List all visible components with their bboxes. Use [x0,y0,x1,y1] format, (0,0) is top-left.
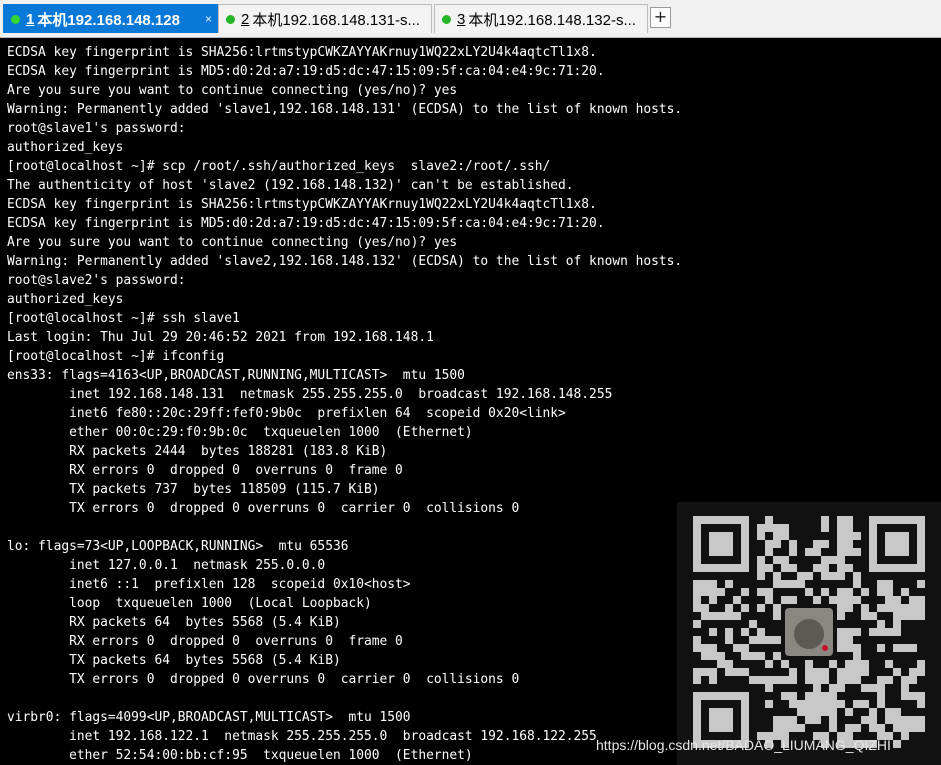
terminal-line: inet 192.168.148.131 netmask 255.255.255… [7,387,613,402]
terminal-line: TX packets 737 bytes 118509 (115.7 KiB) [7,482,380,497]
terminal-line: RX packets 2444 bytes 188281 (183.8 KiB) [7,444,388,459]
new-tab-button[interactable]: + [650,7,671,28]
terminal-line: authorized_keys [7,292,124,307]
terminal-line: authorized_keys [7,140,124,155]
terminal-line: root@slave2's password: [7,273,186,288]
terminal-line: inet6 fe80::20c:29ff:fef0:9b0c prefixlen… [7,406,566,421]
terminal-line: ECDSA key fingerprint is MD5:d0:2d:a7:19… [7,64,605,79]
terminal-line: root@slave1's password: [7,121,186,136]
terminal-line: Warning: Permanently added 'slave1,192.1… [7,102,683,117]
terminal-line: Are you sure you want to continue connec… [7,235,458,250]
terminal-line: ECDSA key fingerprint is MD5:d0:2d:a7:19… [7,216,605,231]
terminal-line: [root@localhost ~]# ssh slave1 [7,311,240,326]
close-icon[interactable]: × [205,12,212,26]
terminal-line: [root@localhost ~]# ifconfig [7,349,225,364]
terminal-line: inet 192.168.122.1 netmask 255.255.255.0… [7,729,597,744]
terminal-line: inet6 ::1 prefixlen 128 scopeid 0x10<hos… [7,577,411,592]
terminal-line: Warning: Permanently added 'slave2,192.1… [7,254,683,269]
tab-number: 2 [241,10,250,28]
connected-status-icon [11,14,20,24]
terminal-line: TX errors 0 dropped 0 overruns 0 carrier… [7,501,520,516]
terminal-line: Are you sure you want to continue connec… [7,83,458,98]
terminal-line: loop txqueuelen 1000 (Local Loopback) [7,596,372,611]
tab-session-1[interactable]: 1 本机192.168.148.128 × [3,4,218,33]
terminal-line: RX packets 64 bytes 5568 (5.4 KiB) [7,615,341,630]
qr-code-icon [693,516,925,748]
tab-bar: 1 本机192.168.148.128 × 2 本机192.168.148.13… [0,0,941,38]
terminal-line: The authenticity of host 'slave2 (192.16… [7,178,574,193]
qr-code-image [677,502,941,765]
tab-session-2[interactable]: 2 本机192.168.148.131-s... [218,4,432,33]
tab-number: 1 [26,10,35,28]
terminal-line: Last login: Thu Jul 29 20:46:52 2021 fro… [7,330,434,345]
terminal-line: virbr0: flags=4099<UP,BROADCAST,MULTICAS… [7,710,411,725]
terminal-line: ether 52:54:00:bb:cf:95 txqueuelen 1000 … [7,748,473,763]
tab-title: 本机192.168.148.132-s... [468,11,636,29]
terminal-line: ECDSA key fingerprint is SHA256:lrtmstyp… [7,197,597,212]
terminal-line: TX errors 0 dropped 0 overruns 0 carrier… [7,672,520,687]
terminal-line: inet 127.0.0.1 netmask 255.0.0.0 [7,558,326,573]
terminal-line: ECDSA key fingerprint is SHA256:lrtmstyp… [7,45,597,60]
terminal-line: TX packets 64 bytes 5568 (5.4 KiB) [7,653,341,668]
terminal-line: ether 00:0c:29:f0:9b:0c txqueuelen 1000 … [7,425,473,440]
terminal-line: lo: flags=73<UP,LOOPBACK,RUNNING> mtu 65… [7,539,349,554]
tab-title: 本机192.168.148.128 [37,11,180,29]
watermark-text: https://blog.csdn.net/BADAO_LIUMANG_QIZH… [596,737,891,753]
tab-number: 3 [457,10,466,28]
connected-status-icon [226,14,235,24]
terminal-line: [root@localhost ~]# scp /root/.ssh/autho… [7,159,551,174]
tab-session-3[interactable]: 3 本机192.168.148.132-s... [434,4,648,33]
terminal-line: RX errors 0 dropped 0 overruns 0 frame 0 [7,463,403,478]
terminal-line: ens33: flags=4163<UP,BROADCAST,RUNNING,M… [7,368,465,383]
connected-status-icon [442,14,451,24]
tab-title: 本机192.168.148.131-s... [252,11,420,29]
terminal-line: RX errors 0 dropped 0 overruns 0 frame 0 [7,634,403,649]
